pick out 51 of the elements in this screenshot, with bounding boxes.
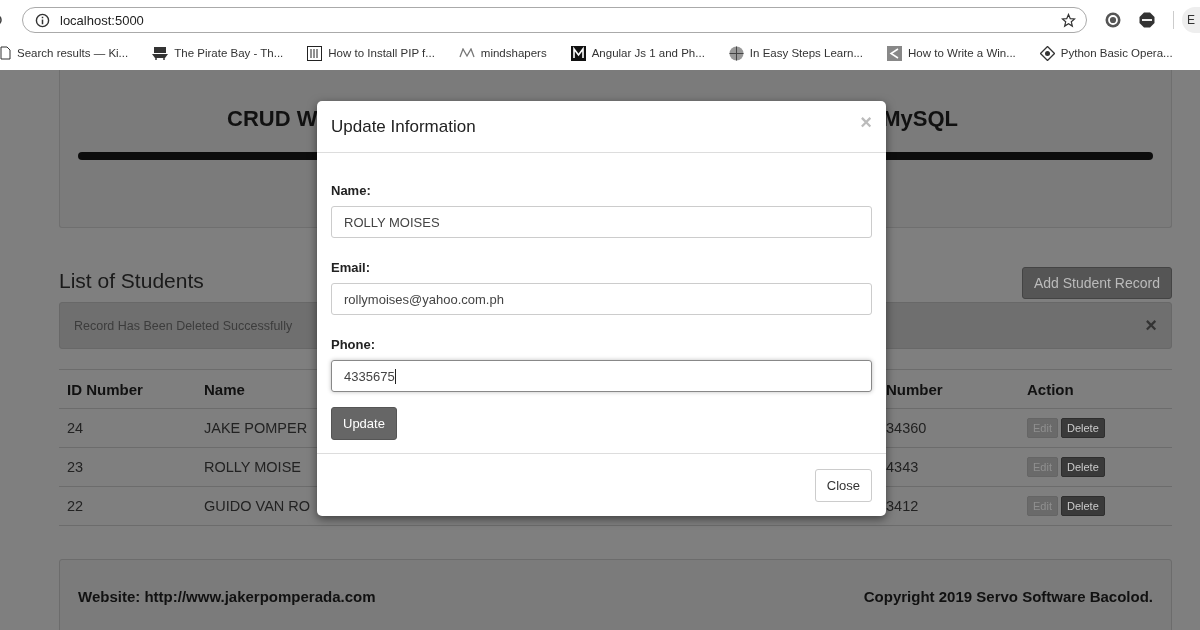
delete-button[interactable]: Delete	[1060, 496, 1105, 516]
bookmark-link[interactable]: Python Basic Opera...	[1060, 47, 1173, 59]
section-heading: List of Students	[59, 269, 204, 293]
table-cell-text: 4343	[886, 459, 920, 475]
profile-button[interactable]: E	[1182, 7, 1200, 33]
bookmark-link[interactable]: mindshapers	[480, 47, 547, 59]
globe-icon	[728, 45, 744, 61]
input-field[interactable]: 4335675	[331, 360, 872, 392]
bookmark-link[interactable]: Search results — Ki...	[17, 47, 129, 59]
update-button[interactable]: Update	[331, 407, 397, 440]
column-header: Number	[886, 380, 944, 398]
table-cell-text: 23	[66, 459, 85, 475]
column-header: Name	[204, 380, 246, 398]
field-label: Phone:	[331, 337, 377, 352]
bookmark-link[interactable]: Angular Js 1 and Ph...	[591, 47, 705, 59]
table-cell-text: GUIDO VAN RO	[204, 498, 312, 514]
field-label: Email:	[331, 260, 371, 275]
column-header: ID Number	[66, 380, 144, 398]
bookmark-link[interactable]: How to Install PIP f...	[328, 47, 435, 59]
diamond-icon	[1039, 45, 1055, 61]
ship-icon	[152, 46, 169, 60]
url-text: localhost:5000	[60, 12, 144, 28]
table-cell-text: 24	[66, 420, 85, 436]
share-icon	[887, 45, 902, 61]
modal-title: Update Information	[331, 116, 476, 137]
grid-square-icon	[307, 45, 323, 61]
info-icon[interactable]	[35, 12, 50, 28]
input-field[interactable]: ROLLY MOISES	[331, 206, 872, 238]
delete-button[interactable]: Delete	[1060, 418, 1105, 438]
bookmark-link[interactable]: How to Write a Win...	[908, 47, 1016, 59]
delete-button[interactable]: Delete	[1060, 457, 1105, 477]
wave-icon	[458, 48, 475, 58]
close-button[interactable]: Close	[814, 468, 872, 502]
adblock-icon[interactable]	[1139, 12, 1155, 28]
table-cell-text: ROLLY MOISE	[204, 459, 302, 475]
table-cell-text: JAKE POMPER	[204, 420, 309, 436]
table-cell-text: 3412	[886, 498, 920, 514]
column-header: Action	[1027, 380, 1075, 398]
field-label: Name:	[331, 183, 372, 198]
copyright-text: Copyright 2019 Servo Software Bacolod.	[863, 587, 1153, 605]
add-record-button[interactable]: Add Student Record	[1021, 267, 1172, 299]
page-icon	[0, 46, 11, 60]
website-text: Website: http://www.jakerpomperada.com	[78, 587, 376, 605]
dark-square-icon	[570, 45, 586, 61]
star-icon[interactable]	[1061, 12, 1076, 28]
table-cell-text: 34360	[886, 420, 928, 436]
bookmark-link[interactable]: In Easy Steps Learn...	[749, 47, 863, 59]
input-field[interactable]: rollymoises@yahoo.com.ph	[331, 283, 872, 315]
table-cell-text: 22	[66, 498, 85, 514]
bookmark-link[interactable]: The Pirate Bay - Th...	[174, 47, 284, 59]
page-title: CRUD W	[227, 106, 318, 132]
